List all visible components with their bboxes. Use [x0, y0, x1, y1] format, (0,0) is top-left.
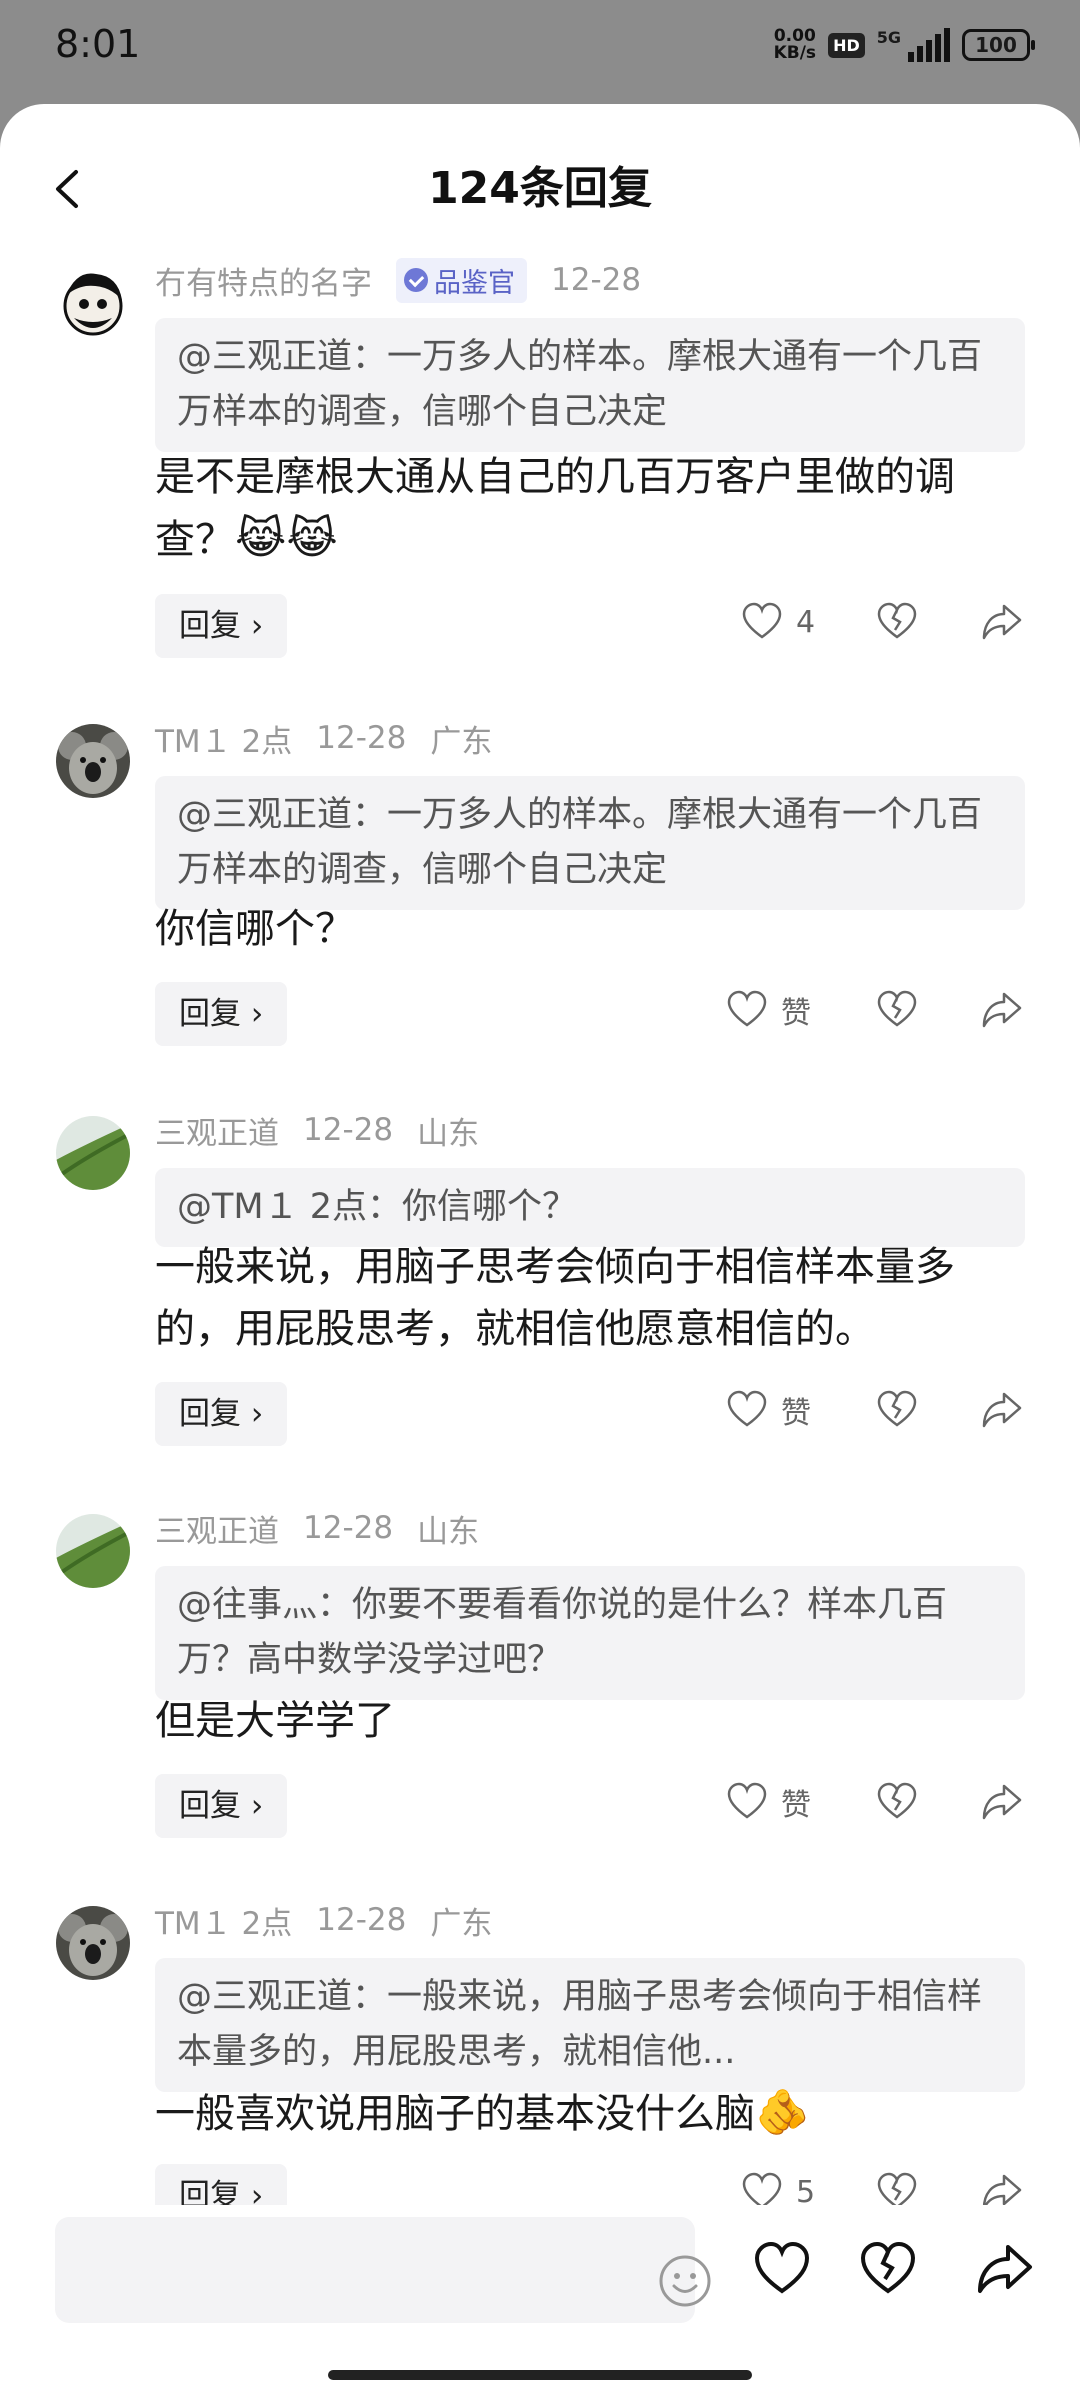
comment-list[interactable]: 冇有特点的名字 品鉴官 12-28 @三观正道：一万多人的样本。摩根大通有一个几… — [0, 244, 1080, 2324]
like-count: 赞 — [781, 996, 811, 1031]
comment-date: 12-28 — [303, 1112, 394, 1148]
comment-meta: 三观正道 12-28 山东 — [155, 1108, 503, 1152]
share-icon[interactable] — [975, 2239, 1035, 2299]
avatar[interactable] — [56, 266, 130, 340]
quoted-reply[interactable]: @三观正道：一万多人的样本。摩根大通有一个几百万样本的调查，信哪个自己决定 — [155, 318, 1025, 452]
comment-location: 山东 — [417, 1513, 480, 1550]
comment-date: 12-28 — [316, 1902, 407, 1938]
reply-sheet: 124条回复 冇有特点的名字 品鉴官 12-28 @三观正道：一万多人的样本。摩… — [0, 104, 1080, 2400]
broken-heart-icon[interactable] — [875, 600, 919, 644]
avatar[interactable] — [56, 1116, 130, 1190]
comment-date: 12-28 — [303, 1510, 394, 1546]
username[interactable]: TM１ 2点 — [155, 1898, 292, 1943]
like-button[interactable]: 赞 — [725, 1780, 811, 1824]
home-indicator — [328, 2370, 752, 2380]
comment-actions: 回复 › 4 — [155, 594, 1035, 658]
bottom-bar — [0, 2205, 1080, 2335]
signal-icon: 5G — [877, 28, 950, 62]
broken-heart-icon[interactable] — [858, 2239, 918, 2299]
comment-location: 山东 — [417, 1115, 480, 1152]
broken-heart-icon[interactable] — [875, 988, 919, 1032]
comment-actions: 回复 › 赞 — [155, 1774, 1035, 1838]
smile-icon[interactable] — [657, 2253, 713, 2309]
status-bar: 8:01 0.00 KB/s HD 5G 100 — [0, 0, 1080, 100]
avatar[interactable] — [56, 1514, 130, 1588]
comment-meta: TM１ 2点 12-28 广东 — [155, 716, 516, 760]
emoji: 🫵 — [755, 2087, 810, 2138]
comment-meta: TM１ 2点 12-28 广东 — [155, 1898, 516, 1942]
like-button[interactable]: 赞 — [725, 1388, 811, 1432]
username[interactable]: 三观正道 — [155, 1506, 279, 1551]
quoted-reply[interactable]: @三观正道：一万多人的样本。摩根大通有一个几百万样本的调查，信哪个自己决定 — [155, 776, 1025, 910]
comment-text: 一般喜欢说用脑子的基本没什么脑🫵 — [155, 2087, 810, 2138]
reply-button[interactable]: 回复 › — [155, 1774, 288, 1838]
like-count: 赞 — [781, 1396, 811, 1431]
comment-actions: 回复 › 赞 — [155, 1382, 1035, 1446]
comment-text: 一般来说，用脑子思考会倾向于相信样本量多的，用屁股思考，就相信他愿意相信的。 — [155, 1244, 955, 1352]
like-button[interactable]: 4 — [740, 600, 815, 644]
broken-heart-icon[interactable] — [875, 1780, 919, 1824]
comment-actions: 回复 › 赞 — [155, 982, 1035, 1046]
comment-date: 12-28 — [316, 720, 407, 756]
avatar[interactable] — [56, 724, 130, 798]
quoted-reply[interactable]: @往事灬：你要不要看看你说的是什么？样本几百万？高中数学没学过吧？ — [155, 1566, 1025, 1700]
reply-button[interactable]: 回复 › — [155, 982, 288, 1046]
comment-meta: 三观正道 12-28 山东 — [155, 1506, 503, 1550]
comment-input[interactable] — [55, 2217, 711, 2323]
page-title: 124条回复 — [428, 163, 652, 214]
hd-badge: HD — [828, 32, 865, 58]
share-icon[interactable] — [980, 600, 1024, 644]
share-icon[interactable] — [980, 1388, 1024, 1432]
like-count: 4 — [796, 604, 816, 640]
share-icon[interactable] — [980, 988, 1024, 1032]
heart-icon — [727, 1782, 767, 1819]
comment-date: 12-28 — [551, 262, 642, 298]
reply-button[interactable]: 回复 › — [155, 1382, 288, 1446]
comment-location: 广东 — [430, 723, 493, 760]
like-button[interactable]: 赞 — [725, 988, 811, 1032]
quoted-reply[interactable]: @三观正道：一般来说，用脑子思考会倾向于相信样本量多的，用屁股思考，就相信他..… — [155, 1958, 1025, 2092]
heart-icon — [742, 602, 782, 639]
verified-icon — [404, 268, 428, 292]
reply-button[interactable]: 回复 › — [155, 594, 288, 658]
comment-text: 是不是摩根大通从自己的几百万客户里做的调查？😹😹 — [155, 454, 955, 564]
heart-icon — [727, 1390, 767, 1427]
username[interactable]: 三观正道 — [155, 1108, 279, 1153]
comment-meta: 冇有特点的名字 品鉴官 12-28 — [155, 257, 665, 303]
heart-icon — [727, 990, 767, 1027]
emoji: 😹😹 — [235, 513, 338, 564]
net-speed: 0.00 KB/s — [773, 26, 817, 63]
battery-icon: 100 — [962, 29, 1035, 61]
status-time: 8:01 — [55, 22, 141, 66]
reviewer-badge: 品鉴官 — [396, 257, 527, 303]
username[interactable]: 冇有特点的名字 — [155, 258, 372, 303]
avatar[interactable] — [56, 1906, 130, 1980]
share-icon[interactable] — [980, 1780, 1024, 1824]
header: 124条回复 — [0, 144, 1080, 234]
like-count: 赞 — [781, 1788, 811, 1823]
comment-location: 广东 — [430, 1905, 493, 1942]
status-icons: 0.00 KB/s HD 5G 100 — [773, 26, 1035, 63]
username[interactable]: TM１ 2点 — [155, 716, 292, 761]
comment-text: 但是大学学了 — [155, 1698, 395, 1744]
comment-text: 你信哪个？ — [155, 906, 355, 952]
heart-icon[interactable] — [752, 2239, 812, 2299]
broken-heart-icon[interactable] — [875, 1388, 919, 1432]
